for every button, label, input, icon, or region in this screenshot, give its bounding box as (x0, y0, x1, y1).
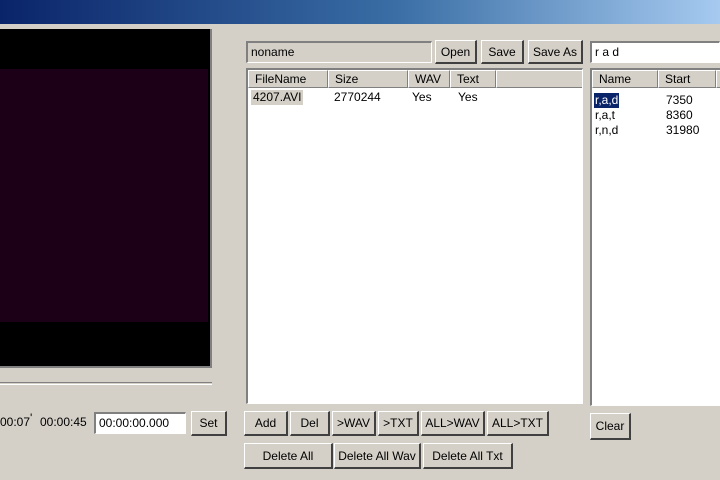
column-size[interactable]: Size (328, 70, 408, 88)
del-button[interactable]: Del (290, 411, 330, 436)
column-text[interactable]: Text (450, 70, 496, 88)
file-text-cell: Yes (458, 90, 478, 104)
video-preview (0, 29, 212, 368)
time-separator: ' (30, 411, 33, 425)
results-list[interactable]: Name Start r,a,d 7350 r,a,t 8360 r,n,d 3… (590, 68, 720, 406)
file-list[interactable]: FileName Size WAV Text 4207.AVI 2770244 … (246, 68, 583, 404)
column-filler (496, 70, 582, 88)
result-start-cell: 8360 (666, 108, 693, 122)
add-button[interactable]: Add (244, 411, 288, 436)
seek-bar[interactable] (0, 382, 212, 385)
save-as-button[interactable]: Save As (528, 40, 583, 64)
result-start-cell: 7350 (666, 93, 693, 107)
current-time: 00:07 (0, 415, 31, 429)
column-filler (716, 70, 720, 88)
title-bar (0, 0, 720, 24)
result-name-cell: r,a,d (592, 92, 621, 109)
result-name-cell: r,n,d (595, 123, 619, 137)
column-name[interactable]: Name (592, 70, 658, 88)
search-input[interactable]: r a d (590, 41, 720, 63)
all-to-txt-button[interactable]: ALL>TXT (487, 411, 549, 436)
column-filename[interactable]: FileName (248, 70, 328, 88)
result-name-cell: r,a,t (595, 108, 616, 122)
project-name-field[interactable]: noname (246, 41, 432, 63)
delete-all-button[interactable]: Delete All (244, 443, 333, 469)
column-wav[interactable]: WAV (408, 70, 450, 88)
result-start-cell: 31980 (666, 123, 700, 137)
clear-button[interactable]: Clear (590, 413, 631, 440)
delete-all-txt-button[interactable]: Delete All Txt (423, 443, 513, 469)
results-list-header: Name Start (592, 70, 720, 88)
delete-all-wav-button[interactable]: Delete All Wav (334, 443, 421, 469)
all-to-wav-button[interactable]: ALL>WAV (421, 411, 485, 436)
file-wav-cell: Yes (412, 90, 432, 104)
file-size-cell: 2770244 (334, 90, 381, 104)
to-txt-button[interactable]: >TXT (378, 411, 419, 436)
video-frame (0, 69, 208, 322)
file-list-header: FileName Size WAV Text (248, 70, 582, 88)
save-button[interactable]: Save (481, 40, 524, 64)
set-button[interactable]: Set (191, 411, 227, 436)
open-button[interactable]: Open (435, 40, 477, 64)
file-name-cell: 4207.AVI (251, 90, 304, 105)
to-wav-button[interactable]: >WAV (332, 411, 376, 436)
set-time-input[interactable]: 00:00:00.000 (94, 412, 186, 434)
total-time: 00:00:45 (40, 415, 87, 429)
column-start[interactable]: Start (658, 70, 716, 88)
